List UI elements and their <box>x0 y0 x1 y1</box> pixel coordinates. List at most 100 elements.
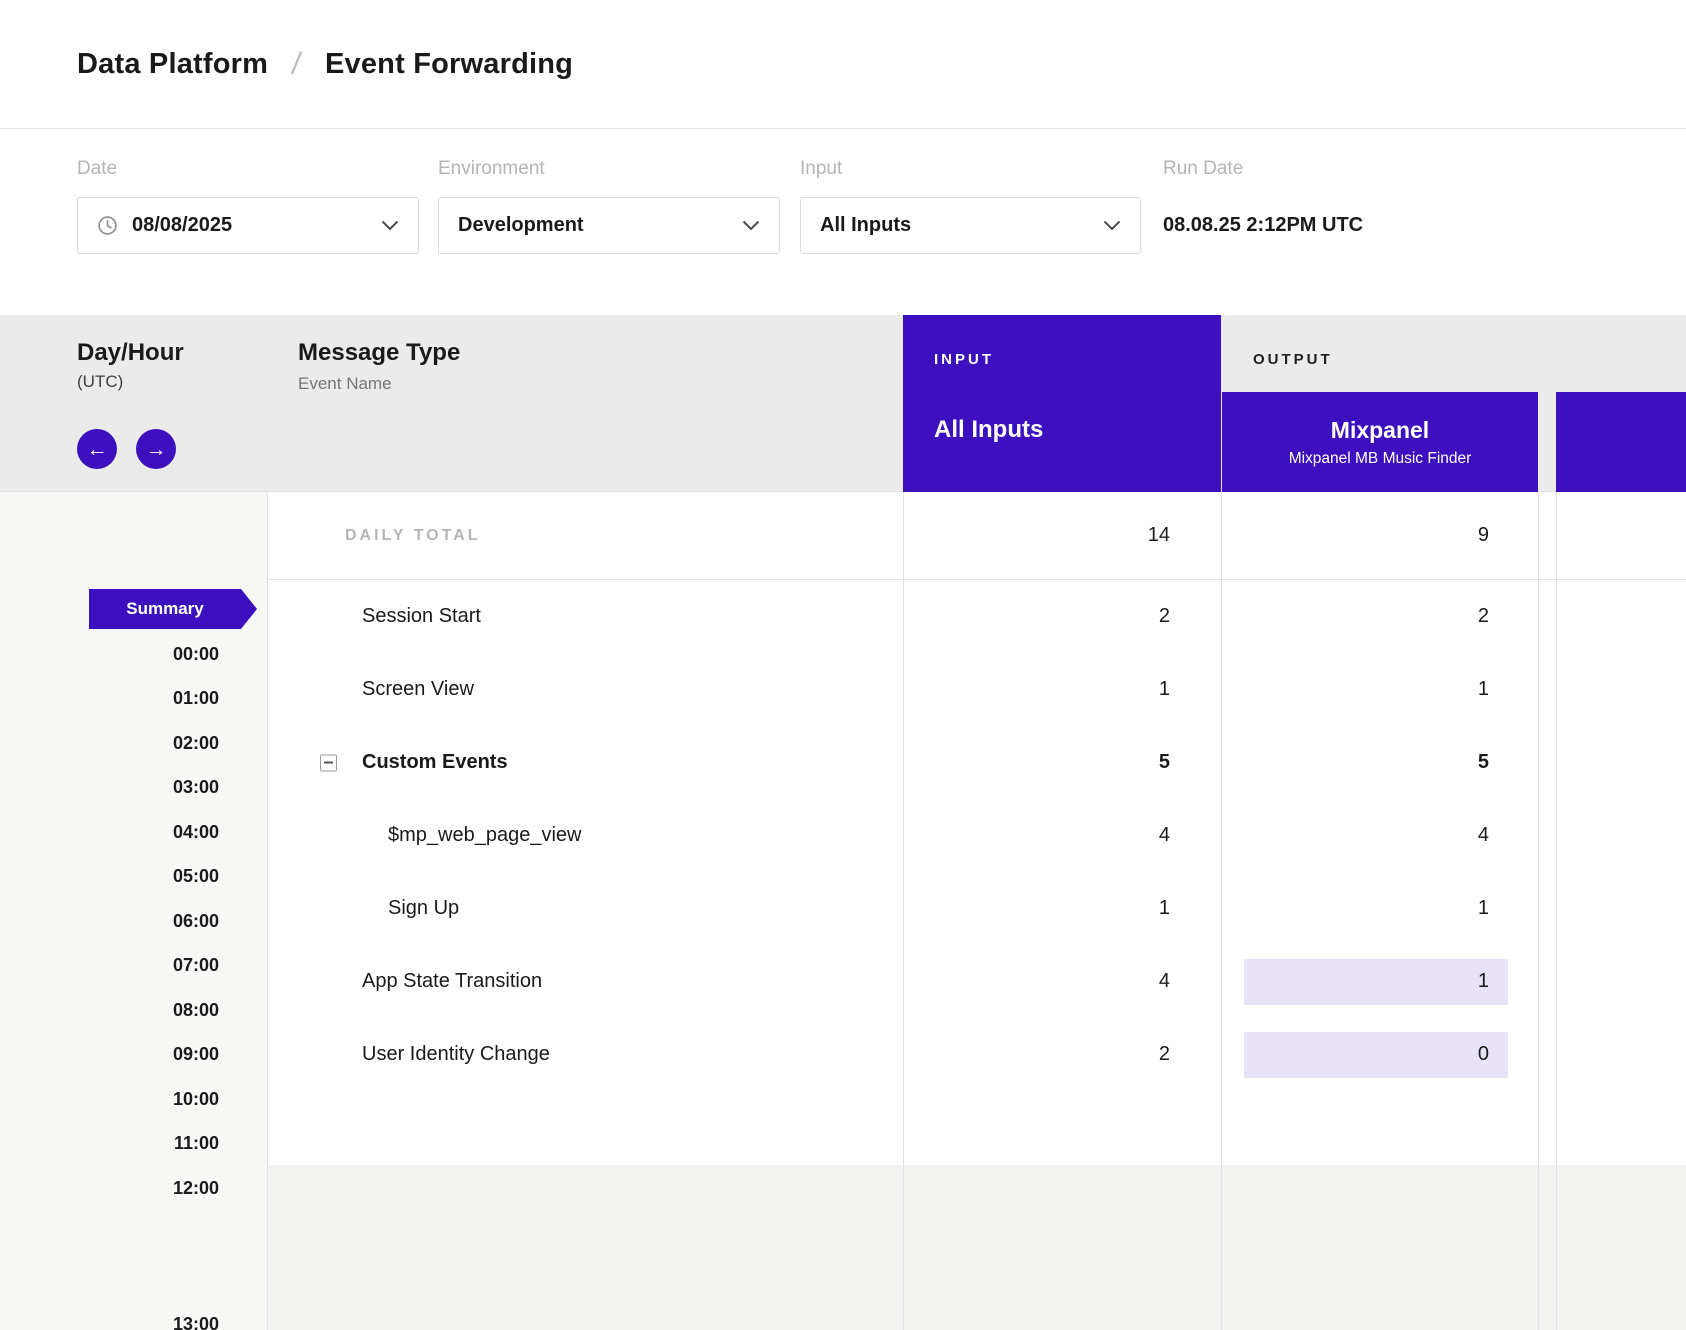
breadcrumb-separator: / <box>290 46 304 82</box>
hour-row[interactable]: 12:00 <box>0 1166 267 1211</box>
hour-label: 05:00 <box>173 866 219 887</box>
table-body: Summary 00:00 01:00 02:00 03:00 04:00 05… <box>0 492 1686 1330</box>
table-row: Session Start 2 2 <box>268 580 1686 653</box>
input-count: 4 <box>1159 824 1170 847</box>
output-count: 1 <box>1478 897 1489 920</box>
hour-row[interactable]: 01:00 <box>0 677 267 722</box>
environment-filter-group: Environment Development <box>438 158 780 254</box>
hour-row[interactable]: 03:00 <box>0 766 267 811</box>
clock-icon <box>97 215 118 236</box>
event-name: Sign Up <box>388 897 459 920</box>
date-filter-group: Date 08/08/2025 <box>77 158 419 254</box>
summary-badge[interactable]: Summary <box>89 589 241 629</box>
event-name: $mp_web_page_view <box>388 824 581 847</box>
input-dropdown[interactable]: All Inputs <box>800 197 1141 254</box>
day-nav: ← → <box>77 429 176 469</box>
hour-row[interactable]: 04:00 <box>0 810 267 855</box>
hour-label: 09:00 <box>173 1044 219 1065</box>
hour-row[interactable]: 13:00 <box>0 1303 267 1330</box>
page-title: Event Forwarding <box>325 48 573 81</box>
hour-row[interactable]: 05:00 <box>0 855 267 900</box>
table-row: User Identity Change 2 0 <box>268 1018 1686 1091</box>
output-count: 2 <box>1478 605 1489 628</box>
table-grid: DAILY TOTAL 14 9 Session Start 2 2 Scree… <box>268 492 1686 1330</box>
event-rows: Session Start 2 2 Screen View 1 1 Custom… <box>268 580 1686 1091</box>
hour-label: 10:00 <box>173 1089 219 1110</box>
hour-row[interactable]: 06:00 <box>0 899 267 944</box>
event-name: Screen View <box>362 678 474 701</box>
hour-row[interactable]: 07:00 <box>0 944 267 989</box>
breadcrumb-link-data-platform[interactable]: Data Platform <box>77 48 268 81</box>
table-row: Screen View 1 1 <box>268 653 1686 726</box>
run-date-group: Run Date 08.08.25 2:12PM UTC <box>1163 158 1493 254</box>
top-bar: Data Platform / Event Forwarding <box>0 0 1686 129</box>
hour-label: 07:00 <box>173 955 219 976</box>
date-dropdown[interactable]: 08/08/2025 <box>77 197 419 254</box>
day-hour-header: Day/Hour (UTC) <box>77 339 184 392</box>
output-column-title: Mixpanel <box>1331 417 1429 444</box>
input-kicker: INPUT <box>934 351 1221 368</box>
hour-row[interactable]: 08:00 <box>0 988 267 1033</box>
output-count: 4 <box>1478 824 1489 847</box>
event-name: Custom Events <box>362 751 508 774</box>
input-column-title: All Inputs <box>934 416 1221 444</box>
chevron-down-icon <box>381 220 399 231</box>
environment-filter-label: Environment <box>438 158 780 180</box>
table-header: Day/Hour (UTC) ← → Message Type Event Na… <box>0 315 1686 492</box>
event-name: User Identity Change <box>362 1043 550 1066</box>
input-column-header: INPUT All Inputs <box>903 315 1221 492</box>
hour-row[interactable]: 02:00 <box>0 721 267 766</box>
hour-label: 00:00 <box>173 644 219 665</box>
input-count: 2 <box>1159 1043 1170 1066</box>
hour-row[interactable]: 10:00 <box>0 1077 267 1122</box>
arrow-left-icon: ← <box>87 439 108 460</box>
hour-row[interactable]: 11:00 <box>0 1122 267 1167</box>
table-row: Sign Up 1 1 <box>268 872 1686 945</box>
table-row: Custom Events 5 5 <box>268 726 1686 799</box>
collapse-minus-icon[interactable] <box>320 754 337 771</box>
hour-list: Summary 00:00 01:00 02:00 03:00 04:00 05… <box>0 586 267 1330</box>
input-value: All Inputs <box>820 214 911 237</box>
output-column-subtitle: Mixpanel MB Music Finder <box>1289 450 1472 468</box>
hour-label: 04:00 <box>173 822 219 843</box>
hour-label: 02:00 <box>173 733 219 754</box>
output-column-header-mixpanel: Mixpanel Mixpanel MB Music Finder <box>1222 392 1538 492</box>
environment-value: Development <box>458 214 584 237</box>
daily-total-label: DAILY TOTAL <box>268 527 903 545</box>
output-column-header-partial <box>1556 392 1686 492</box>
hour-label: 06:00 <box>173 911 219 932</box>
input-filter-group: Input All Inputs <box>800 158 1141 254</box>
input-filter-label: Input <box>800 158 1141 180</box>
chevron-down-icon <box>742 220 760 231</box>
message-type-title: Message Type <box>298 339 460 367</box>
hour-label: 11:00 <box>174 1133 219 1154</box>
hour-label: 13:00 <box>173 1314 219 1330</box>
event-name: Session Start <box>362 605 481 628</box>
output-count: 0 <box>1244 1032 1508 1078</box>
hour-label: 03:00 <box>173 777 219 798</box>
day-hour-subtitle: (UTC) <box>77 372 184 392</box>
date-filter-label: Date <box>77 158 419 180</box>
hour-label: 01:00 <box>173 688 219 709</box>
environment-dropdown[interactable]: Development <box>438 197 780 254</box>
hour-label: 08:00 <box>173 1000 219 1021</box>
hour-row[interactable]: 00:00 <box>0 632 267 677</box>
table-row: $mp_web_page_view 4 4 <box>268 799 1686 872</box>
daily-total-row: DAILY TOTAL 14 9 <box>268 492 1686 580</box>
input-count: 1 <box>1159 897 1170 920</box>
message-type-header: Message Type Event Name <box>298 339 460 394</box>
day-hour-title: Day/Hour <box>77 339 184 367</box>
next-day-button[interactable]: → <box>136 429 176 469</box>
run-date-value: 08.08.25 2:12PM UTC <box>1163 197 1493 254</box>
input-count: 4 <box>1159 970 1170 993</box>
daily-total-input-count: 14 <box>1148 524 1221 547</box>
hour-label: 12:00 <box>173 1178 219 1199</box>
breadcrumb: Data Platform / Event Forwarding <box>77 46 573 82</box>
summary-row: Summary <box>0 586 267 632</box>
input-count: 1 <box>1159 678 1170 701</box>
previous-day-button[interactable]: ← <box>77 429 117 469</box>
date-value: 08/08/2025 <box>132 214 232 237</box>
output-count: 5 <box>1478 751 1489 774</box>
daily-total-output-count: 9 <box>1478 524 1538 547</box>
hour-row[interactable]: 09:00 <box>0 1033 267 1078</box>
